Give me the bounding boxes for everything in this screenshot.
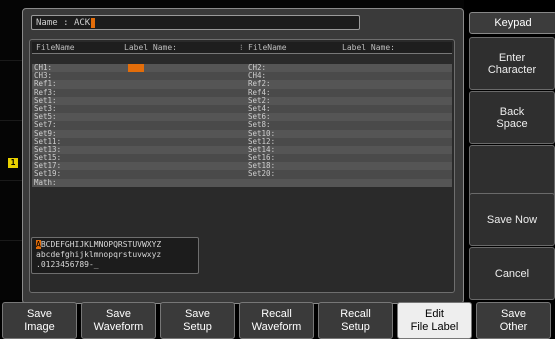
header-divider: ⁝ [240, 43, 243, 52]
channel1-marker: 1 [8, 158, 18, 168]
edit-file-label-dialog: Name : ACK FileName Label Name: ⁝ FileNa… [22, 8, 464, 304]
recall-waveform-button[interactable]: Recall Waveform [239, 302, 314, 339]
file-row[interactable]: Ref1: Ref2: [32, 80, 452, 89]
name-prefix: Name : [36, 18, 74, 28]
file-row[interactable]: Set9: Set10: [32, 129, 452, 138]
name-value: ACK [73, 18, 91, 28]
file-row[interactable]: Set1: Set2: [32, 96, 452, 105]
keypad-lowercase-row[interactable]: abcdefghijklmnopqrstuvwxyz [36, 250, 198, 260]
blank-side-button[interactable] [469, 145, 555, 198]
button-label: Recall [340, 307, 371, 320]
button-label: Other [499, 320, 528, 333]
bottom-menu: Save Image Save Waveform Save Setup Reca… [0, 302, 555, 339]
file-row[interactable]: Set19: Set20: [32, 169, 452, 179]
file-row[interactable]: CH3: CH4: [32, 71, 452, 81]
cancel-button[interactable]: Cancel [469, 247, 555, 300]
keypad-symbol-row[interactable]: .0123456789-_ [36, 260, 198, 270]
file-row[interactable]: Set3: Set4: [32, 104, 452, 114]
button-label: Save [500, 307, 527, 320]
button-label: Back [499, 105, 525, 118]
text-cursor [91, 17, 96, 28]
button-label: Character [487, 63, 537, 76]
file-row[interactable]: Set7: Set8: [32, 121, 452, 130]
file-rows: CH1: CH2: CH3: CH4: Ref1: Ref2: Ref3: Ref4: Set1… [32, 63, 452, 187]
keypad-uppercase-chars[interactable]: BCDEFGHIJKLMNOPQRSTUVWXYZ [41, 240, 161, 249]
side-menu: Keypad Enter Character Back Space Save N… [469, 0, 555, 300]
save-waveform-button[interactable]: Save Waveform [81, 302, 156, 339]
button-label: Edit [425, 307, 444, 320]
file-row[interactable]: Set11: Set12: [32, 137, 452, 146]
file-name-right: Set20: [248, 169, 276, 179]
button-label: Recall [261, 307, 292, 320]
file-row[interactable]: CH1: CH2: [32, 63, 452, 73]
file-row[interactable]: Ref3: Ref4: [32, 88, 452, 97]
button-label: Setup [341, 320, 370, 333]
button-label: Save [105, 307, 132, 320]
button-label: File Label [410, 320, 459, 333]
button-label: Waveform [93, 320, 144, 333]
file-name-left: Math: [34, 177, 57, 187]
header-label-name: Label Name: [124, 43, 177, 52]
file-list-header: FileName Label Name: ⁝ FileName Label Na… [32, 42, 452, 54]
button-label: Image [24, 320, 55, 333]
selected-label-cell[interactable] [128, 64, 144, 72]
edit-file-label-button[interactable]: Edit File Label [397, 302, 472, 339]
button-label: Waveform [251, 320, 302, 333]
button-label: Enter [498, 51, 526, 64]
label-name-input[interactable]: Name : ACK [31, 15, 360, 30]
button-label: Save Now [486, 213, 538, 226]
file-row[interactable]: Set13: Set14: [32, 145, 452, 155]
enter-character-button[interactable]: Enter Character [469, 37, 555, 90]
recall-setup-button[interactable]: Recall Setup [318, 302, 393, 339]
save-image-button[interactable]: Save Image [2, 302, 77, 339]
back-space-button[interactable]: Back Space [469, 91, 555, 144]
side-menu-title: Keypad [469, 12, 555, 34]
character-keypad[interactable]: ABCDEFGHIJKLMNOPQRSTUVWXYZ abcdefghijklm… [31, 237, 199, 274]
file-row[interactable]: Set17: Set18: [32, 162, 452, 171]
button-label: Save [184, 307, 211, 320]
button-label: Save [26, 307, 53, 320]
header-filename-2: FileName [248, 43, 287, 52]
file-row[interactable]: Math: [32, 177, 452, 187]
button-label: Space [496, 117, 528, 130]
file-row[interactable]: Set5: Set6: [32, 112, 452, 122]
header-filename: FileName [36, 43, 75, 52]
file-row[interactable]: Set15: Set16: [32, 153, 452, 163]
button-label: Cancel [494, 267, 530, 280]
keypad-uppercase-row[interactable]: ABCDEFGHIJKLMNOPQRSTUVWXYZ [36, 240, 198, 250]
save-other-button[interactable]: Save Other [476, 302, 551, 339]
button-label: Setup [183, 320, 212, 333]
save-now-button[interactable]: Save Now [469, 193, 555, 246]
header-label-name-2: Label Name: [342, 43, 395, 52]
save-setup-button[interactable]: Save Setup [160, 302, 235, 339]
